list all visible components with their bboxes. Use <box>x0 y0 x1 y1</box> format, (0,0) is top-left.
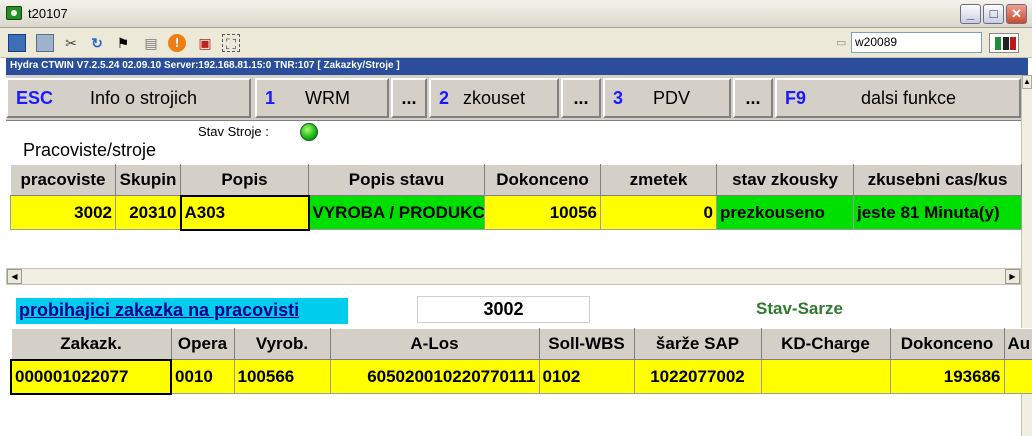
windows-icon[interactable] <box>36 34 54 52</box>
column-header[interactable]: pracoviste <box>10 164 116 196</box>
terminal-field[interactable]: w20089 <box>851 32 982 53</box>
toolbar: ✂ ↻ ⚑ ▤ ! ▣ ⛶ ▭ w20089 <box>0 28 1032 58</box>
fkey-label: ... <box>745 88 761 108</box>
fkey-2-more[interactable]: ... <box>561 78 601 118</box>
column-header[interactable]: zkusebni cas/kus <box>853 164 1022 196</box>
flag-stripe <box>995 37 1001 50</box>
windows-logo-icon[interactable]: ⚑ <box>114 34 132 52</box>
cell-au[interactable] <box>1003 359 1032 394</box>
refresh-icon[interactable]: ↻ <box>88 34 106 52</box>
horizontal-scrollbar[interactable]: ◀ ▶ <box>6 268 1021 285</box>
machines-section-title: Pracoviste/stroje <box>23 140 157 160</box>
machines-table: pracoviste Skupin Popis Popis stavu Doko… <box>10 164 1022 231</box>
batch-status-label: Stav-Sarze <box>756 299 843 318</box>
cell-stav-zkousky[interactable]: prezkouseno <box>716 195 854 230</box>
close-button[interactable]: ✕ <box>1006 4 1027 24</box>
running-order-title[interactable]: probihajici zakazka na pracovisti <box>16 298 348 324</box>
fkey-key: F9 <box>785 88 807 108</box>
column-header[interactable]: Skupin <box>115 164 181 196</box>
cell-soll-wbs[interactable]: 0102 <box>538 359 635 394</box>
cell-operace[interactable]: 0010 <box>170 359 235 394</box>
minimize-button[interactable]: _ <box>960 4 981 24</box>
column-header[interactable]: šarže SAP <box>633 328 762 360</box>
flag-stripe <box>1003 37 1009 50</box>
fkey-label: dalsi funkce <box>861 88 957 108</box>
language-flag-icon[interactable] <box>989 33 1019 53</box>
terminal-indicator-icon: ▭ <box>836 37 847 49</box>
cell-zmetek[interactable]: 0 <box>600 195 717 230</box>
cell-kd-charge[interactable] <box>760 359 891 394</box>
fkey-1-wrm[interactable]: 1 WRM <box>255 78 389 118</box>
scroll-left-icon[interactable]: ◀ <box>7 269 22 284</box>
fkey-key: 2 <box>439 88 450 108</box>
fkey-label: Info o strojich <box>90 88 198 108</box>
fkey-label: ... <box>401 88 417 108</box>
table-header-row: pracoviste Skupin Popis Popis stavu Doko… <box>10 164 1022 196</box>
workplace-value: 3002 <box>417 296 590 323</box>
cell-popis-stavu[interactable]: VYROBA / PRODUKCE <box>308 195 485 230</box>
fkey-3-more[interactable]: ... <box>733 78 773 118</box>
column-header[interactable]: KD-Charge <box>760 328 891 360</box>
alert-icon[interactable]: ! <box>168 34 186 52</box>
column-header[interactable]: Zakazk. <box>10 328 172 360</box>
app-monitor-icon <box>6 6 22 20</box>
column-header[interactable]: Vyrob. <box>233 328 331 360</box>
machine-status-light-icon <box>300 123 318 141</box>
orders-table: Zakazk. Opera Vyrob. A-Los Soll-WBS šarž… <box>10 328 1032 395</box>
fkey-key: ESC <box>16 88 54 108</box>
printer-icon[interactable]: ▤ <box>142 34 160 52</box>
fkey-label: ... <box>573 88 589 108</box>
fkey-esc-info[interactable]: ESC Info o strojich <box>6 78 251 118</box>
server-status-strip: Hydra CTWIN V7.2.5.24 02.09.10 Server:19… <box>6 58 1028 75</box>
maximize-button[interactable]: □ <box>983 4 1004 24</box>
window-title: t20107 <box>28 6 68 21</box>
network-icon[interactable]: ▣ <box>196 34 214 52</box>
fkey-f9-dalsi[interactable]: F9 dalsi funkce <box>775 78 1021 118</box>
column-header[interactable]: A-Los <box>329 328 540 360</box>
fkey-label: WRM <box>305 88 350 108</box>
fkey-label: PDV <box>653 88 691 108</box>
column-header[interactable]: Dokonceno <box>889 328 1005 360</box>
machine-status-label: Stav Stroje : <box>198 124 269 139</box>
monitor-icon[interactable] <box>8 34 26 52</box>
column-header[interactable]: Au <box>1003 328 1032 360</box>
fkey-key: 1 <box>265 88 276 108</box>
fkey-1-more[interactable]: ... <box>391 78 427 118</box>
column-header[interactable]: Dokonceno <box>484 164 601 196</box>
window-titlebar: t20107 _ □ ✕ <box>0 0 1032 28</box>
scroll-right-icon[interactable]: ▶ <box>1005 269 1020 284</box>
column-header[interactable]: Popis stavu <box>308 164 485 196</box>
cell-vyrobek[interactable]: 100566 <box>233 359 331 394</box>
column-header[interactable]: zmetek <box>600 164 717 196</box>
table-row[interactable]: 3002 20310 A303 VYROBA / PRODUKCE 10056 … <box>10 194 1022 231</box>
fkey-3-pdv[interactable]: 3 PDV <box>603 78 731 118</box>
cell-dokonceno[interactable]: 193686 <box>889 359 1005 394</box>
fkey-label: zkouset <box>463 88 526 108</box>
fkey-key: 3 <box>613 88 624 108</box>
scroll-up-icon[interactable]: ▲ <box>1022 75 1032 89</box>
cell-popis[interactable]: A303 <box>179 194 310 231</box>
cell-skupina[interactable]: 20310 <box>115 195 181 230</box>
column-header[interactable]: Opera <box>170 328 235 360</box>
fullscreen-icon[interactable]: ⛶ <box>222 34 240 52</box>
flag-stripe <box>1010 37 1016 50</box>
cell-sarze-sap[interactable]: 1022077002 <box>633 359 762 394</box>
fkey-2-zkouset[interactable]: 2 zkouset <box>429 78 559 118</box>
cell-zkusebni-cas[interactable]: jeste 81 Minuta(y) <box>853 195 1022 230</box>
cell-dokonceno[interactable]: 10056 <box>484 195 601 230</box>
column-header[interactable]: Popis <box>180 164 309 196</box>
table-header-row: Zakazk. Opera Vyrob. A-Los Soll-WBS šarž… <box>10 328 1032 360</box>
column-header[interactable]: stav zkousky <box>716 164 854 196</box>
column-header[interactable]: Soll-WBS <box>538 328 635 360</box>
function-key-bar: ESC Info o strojich 1 WRM ... 2 zkouset … <box>6 75 1021 121</box>
table-row[interactable]: 000001022077 0010 100566 605020010220770… <box>10 358 1032 395</box>
tools-icon[interactable]: ✂ <box>62 34 80 52</box>
cell-zakazka[interactable]: 000001022077 <box>10 358 172 395</box>
cell-pracoviste[interactable]: 3002 <box>10 195 116 230</box>
cell-a-los[interactable]: 605020010220770111 <box>329 359 540 394</box>
